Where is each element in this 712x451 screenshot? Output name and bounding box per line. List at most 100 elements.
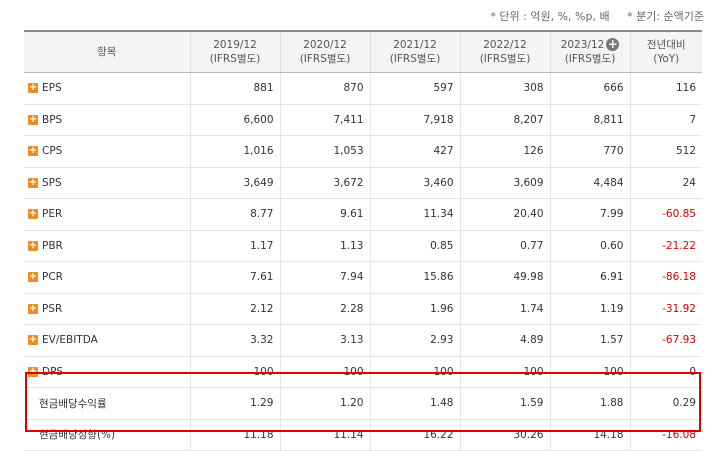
financial-ratio-table: 항목 2019/12 (IFRS별도) 2020/12 (IFRS별도) 2021/… <box>24 30 702 451</box>
value-cell: 0.60 <box>549 230 630 262</box>
value-cell: 597 <box>369 72 460 105</box>
row-label: PSR <box>42 302 63 315</box>
value-cell: 11.14 <box>279 419 370 451</box>
value-cell: 308 <box>459 72 550 105</box>
table-row: + BPS 6,600 7,411 7,918 8,207 8,811 7 <box>24 104 702 136</box>
row-label-cell[interactable]: + PCR <box>24 261 190 294</box>
row-label-cell[interactable]: + PBR <box>24 230 190 262</box>
row-label-cell[interactable]: + DPS <box>24 356 190 388</box>
row-label: PER <box>42 208 63 221</box>
value-cell: 770 <box>549 135 630 168</box>
value-cell: 1.57 <box>549 324 630 357</box>
plus-box-icon[interactable]: + <box>28 240 38 251</box>
value-cell: 1.17 <box>189 230 280 262</box>
value-cell: 16.22 <box>369 419 460 451</box>
yoy-cell: 512 <box>629 135 702 168</box>
value-cell: 6,600 <box>189 104 280 136</box>
row-label-cell[interactable]: + PER <box>24 198 190 231</box>
table-row: 현금배당수익률 1.29 1.20 1.48 1.59 1.88 0.29 <box>24 387 702 420</box>
value-cell: 4,484 <box>549 167 630 199</box>
row-label-cell: 현금배당수익률 <box>24 387 190 420</box>
table-row: + PSR 2.12 2.28 1.96 1.74 1.19 -31.92 <box>24 293 702 325</box>
value-cell: 1,053 <box>279 135 370 168</box>
value-cell: 2.93 <box>369 324 460 357</box>
value-cell: 8,811 <box>549 104 630 136</box>
unit-note: * 단위 : 억원, %, %p, 배 <box>490 10 610 23</box>
table-notes: * 단위 : 억원, %, %p, 배 * 분기: 순액기준 <box>476 8 704 24</box>
row-label: 현금배당성향(%) <box>39 429 116 442</box>
value-cell: 1.48 <box>369 387 460 420</box>
row-label-cell[interactable]: + PSR <box>24 293 190 325</box>
value-cell: 0.77 <box>459 230 550 262</box>
value-cell: 100 <box>369 356 460 388</box>
value-cell: 666 <box>549 72 630 105</box>
value-cell: 14.18 <box>549 419 630 451</box>
row-label-cell: 현금배당성향(%) <box>24 419 190 451</box>
row-label-cell[interactable]: + BPS <box>24 104 190 136</box>
value-cell: 100 <box>459 356 550 388</box>
value-cell: 1.29 <box>189 387 280 420</box>
value-cell: 1.19 <box>549 293 630 325</box>
value-cell: 0.85 <box>369 230 460 262</box>
value-cell: 7.61 <box>189 261 280 294</box>
plus-box-icon[interactable]: + <box>28 114 38 125</box>
value-cell: 7,411 <box>279 104 370 136</box>
value-cell: 1.59 <box>459 387 550 420</box>
plus-box-icon[interactable]: + <box>28 83 38 94</box>
row-label: EPS <box>42 82 62 95</box>
yoy-cell: -60.85 <box>629 198 702 231</box>
yoy-cell: 0 <box>629 356 702 388</box>
value-cell: 126 <box>459 135 550 168</box>
table-header-row: 항목 2019/12 (IFRS별도) 2020/12 (IFRS별도) 2021/… <box>24 30 702 73</box>
row-label: CPS <box>42 145 63 158</box>
plus-circle-icon[interactable]: + <box>606 38 620 51</box>
plus-box-icon[interactable]: + <box>28 177 38 188</box>
value-cell: 49.98 <box>459 261 550 294</box>
value-cell: 7.99 <box>549 198 630 231</box>
value-cell: 3,672 <box>279 167 370 199</box>
value-cell: 1.74 <box>459 293 550 325</box>
yoy-cell: -16.08 <box>629 419 702 451</box>
header-col-2022: 2022/12 (IFRS별도) <box>459 30 550 73</box>
table-row: 현금배당성향(%) 11.18 11.14 16.22 30.26 14.18 -16.08 <box>24 419 702 451</box>
table-row: + EPS 881 870 597 308 666 116 <box>24 72 702 105</box>
value-cell: 2.28 <box>279 293 370 325</box>
plus-box-icon[interactable]: + <box>28 366 38 377</box>
value-cell: 100 <box>549 356 630 388</box>
row-label-cell[interactable]: + CPS <box>24 135 190 168</box>
row-label: BPS <box>42 113 63 126</box>
table-row: + DPS 100 100 100 100 100 0 <box>24 356 702 388</box>
value-cell: 3,460 <box>369 167 460 199</box>
plus-box-icon[interactable]: + <box>28 146 38 157</box>
value-cell: 3.32 <box>189 324 280 357</box>
row-label-cell[interactable]: + EV/EBITDA <box>24 324 190 357</box>
row-label-cell[interactable]: + EPS <box>24 72 190 105</box>
table-row: + PBR 1.17 1.13 0.85 0.77 0.60 -21.22 <box>24 230 702 262</box>
plus-box-icon[interactable]: + <box>28 335 38 346</box>
yoy-cell: 0.29 <box>629 387 702 420</box>
table-row: + EV/EBITDA 3.32 3.13 2.93 4.89 1.57 -67.93 <box>24 324 702 357</box>
value-cell: 870 <box>279 72 370 105</box>
row-label-cell[interactable]: + SPS <box>24 167 190 199</box>
yoy-cell: -86.18 <box>629 261 702 294</box>
plus-box-icon[interactable]: + <box>28 303 38 314</box>
value-cell: 11.18 <box>189 419 280 451</box>
value-cell: 6.91 <box>549 261 630 294</box>
value-cell: 1.13 <box>279 230 370 262</box>
header-col-yoy: 전년대비 (YoY) <box>629 30 702 73</box>
value-cell: 11.34 <box>369 198 460 231</box>
value-cell: 1.88 <box>549 387 630 420</box>
value-cell: 1,016 <box>189 135 280 168</box>
plus-box-icon[interactable]: + <box>28 272 38 283</box>
value-cell: 9.61 <box>279 198 370 231</box>
value-cell: 2.12 <box>189 293 280 325</box>
value-cell: 100 <box>189 356 280 388</box>
value-cell: 3,649 <box>189 167 280 199</box>
header-item: 항목 <box>24 30 190 73</box>
value-cell: 8.77 <box>189 198 280 231</box>
yoy-cell: 7 <box>629 104 702 136</box>
plus-box-icon[interactable]: + <box>28 209 38 220</box>
value-cell: 8,207 <box>459 104 550 136</box>
row-label: PBR <box>42 239 63 252</box>
period-note: * 분기: 순액기준 <box>627 10 704 23</box>
